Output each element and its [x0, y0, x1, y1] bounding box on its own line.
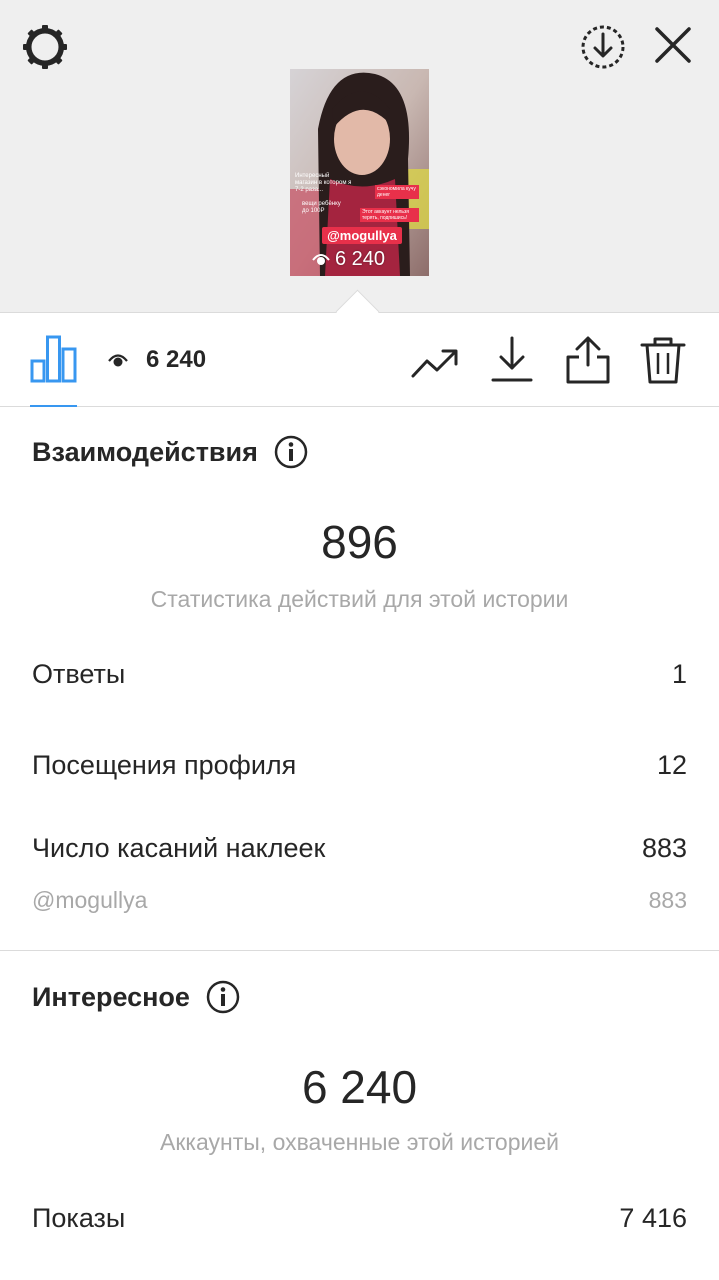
discovery-section-title: Интересное [32, 980, 240, 1014]
bar-chart-icon[interactable] [30, 335, 77, 383]
divider [0, 950, 719, 951]
stat-label: @mogullya [32, 887, 148, 913]
stat-label: Показы [32, 1203, 126, 1233]
trash-icon[interactable] [640, 335, 686, 385]
download-arrow-icon[interactable] [490, 335, 534, 383]
story-toolbar: 6 240 [0, 313, 719, 407]
story-overlay-text: вещи ребёнку до 100Р [302, 201, 341, 214]
interactions-total: 896 [321, 516, 398, 568]
trend-up-icon[interactable] [410, 343, 460, 383]
interactions-caption: Статистика действий для этой истории [150, 586, 569, 612]
story-preview-area: Интересный магазин в котором я 7-2 раза.… [0, 0, 719, 313]
close-icon[interactable] [650, 22, 696, 68]
stat-row-impressions: Показы 7 416 [32, 1203, 687, 1234]
thumbnail-views-count: 6 240 [335, 248, 386, 270]
stat-row-replies: Ответы 1 [32, 659, 687, 690]
story-thumbnail[interactable]: Интересный магазин в котором я 7-2 раза.… [290, 69, 429, 276]
stat-value: 12 [656, 750, 687, 780]
stat-value: 883 [641, 833, 687, 863]
story-overlay-text: Этот аккаунт нельзя терять, подпишись! [360, 208, 419, 222]
section-title-text: Взаимодействия [32, 436, 258, 467]
interactions-section-title: Взаимодействия [32, 435, 308, 469]
thumbnail-views: 6 240 [312, 246, 385, 272]
mention-sticker: @mogullya [322, 227, 402, 244]
story-overlay-text: Интересный магазин в котором я 7-2 раза.… [295, 173, 352, 193]
info-icon[interactable] [206, 980, 240, 1014]
stat-subrow-mention: @mogullya 883 [32, 887, 687, 914]
stat-row-sticker-taps: Число касаний наклеек 883 [32, 833, 687, 864]
discovery-caption: Аккаунты, охваченные этой историей [160, 1129, 559, 1155]
active-tab-indicator [30, 405, 77, 407]
download-circle-icon[interactable] [578, 22, 628, 72]
views-count: 6 240 [146, 346, 207, 373]
stat-row-profile-visits: Посещения профиля 12 [32, 750, 687, 781]
views-summary: 6 240 [108, 343, 206, 377]
section-title-text: Интересное [32, 981, 190, 1012]
stat-value: 1 [671, 659, 687, 689]
share-icon[interactable] [564, 335, 612, 385]
stat-label: Ответы [32, 659, 126, 689]
gear-icon[interactable] [20, 22, 70, 72]
eye-icon [108, 354, 128, 367]
stat-value: 7 416 [619, 1203, 687, 1233]
stat-label: Посещения профиля [32, 750, 297, 780]
discovery-total: 6 240 [301, 1061, 418, 1113]
story-overlay-text: сэкономила кучу денег [375, 185, 419, 199]
stat-value: 883 [648, 887, 687, 913]
info-icon[interactable] [274, 435, 308, 469]
eye-icon [312, 254, 330, 265]
stat-label: Число касаний наклеек [32, 833, 326, 863]
